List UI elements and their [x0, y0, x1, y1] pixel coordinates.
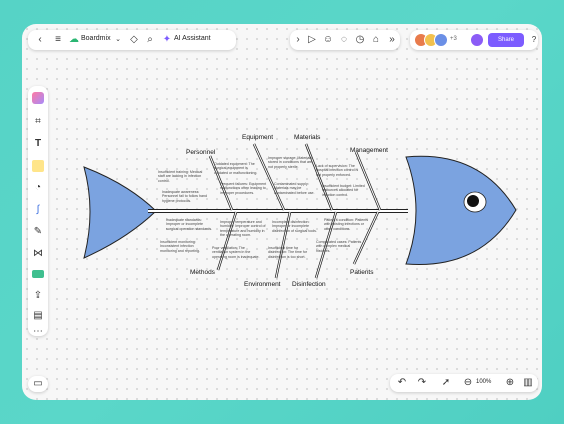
note-materials-2[interactable]: Contaminated supply: Materials may be co… — [274, 182, 318, 195]
note-disinfection-1[interactable]: Incomplete disinfection: Improper or inc… — [272, 220, 318, 233]
note-methods-1[interactable]: Inadequate standards: Improper or incomp… — [166, 218, 216, 231]
fish-head[interactable] — [405, 155, 517, 266]
note-personnel-2[interactable]: Inadequate awareness: Personnel fail to … — [162, 190, 212, 203]
note-materials-1[interactable]: Improper storage: Materials stored in co… — [268, 156, 314, 169]
note-patients-2[interactable]: Complicated cases: Patients with complex… — [316, 240, 362, 253]
label-equipment[interactable]: Equipment — [242, 134, 273, 141]
note-patients-1[interactable]: Patient's condition: Patients with exist… — [324, 218, 370, 231]
fish-tail[interactable] — [83, 166, 157, 259]
label-patients[interactable]: Patients — [350, 269, 374, 276]
note-equipment-1[interactable]: Outdated equipment: The surgical equipme… — [214, 162, 262, 175]
note-disinfection-2[interactable]: Insufficient time for disinfection: The … — [268, 246, 314, 259]
note-methods-2[interactable]: Insufficient monitoring: Inconsistent in… — [160, 240, 210, 253]
label-disinfection[interactable]: Disinfection — [292, 281, 326, 288]
note-equipment-2[interactable]: Frequent failures: Equipment malfunction… — [220, 182, 268, 195]
label-environment[interactable]: Environment — [244, 281, 281, 288]
label-materials[interactable]: Materials — [294, 134, 321, 141]
label-management[interactable]: Management — [350, 147, 388, 154]
note-management-1[interactable]: Lack of supervision: The hospital infect… — [316, 164, 362, 177]
label-methods[interactable]: Methods — [190, 269, 216, 276]
fish-pupil — [467, 195, 479, 207]
note-environment-1[interactable]: Improper temperature and humidity: Impro… — [220, 220, 270, 238]
note-management-2[interactable]: Insufficient budget: Limited resources a… — [322, 184, 368, 197]
note-environment-2[interactable]: Poor ventilation: The ventilation system… — [212, 246, 262, 259]
app-background: ‹ ≡ ☁ Boardmix ⌄ ◇ ⌕ ✦ AI Assistant › ▷ … — [0, 0, 564, 424]
note-personnel-1[interactable]: Insufficient training: Medical staff are… — [158, 170, 208, 183]
fishbone-diagram: Personnel Equipment Materials Management… — [83, 134, 517, 288]
label-personnel[interactable]: Personnel — [186, 149, 216, 156]
whiteboard-window: ‹ ≡ ☁ Boardmix ⌄ ◇ ⌕ ✦ AI Assistant › ▷ … — [22, 24, 542, 400]
